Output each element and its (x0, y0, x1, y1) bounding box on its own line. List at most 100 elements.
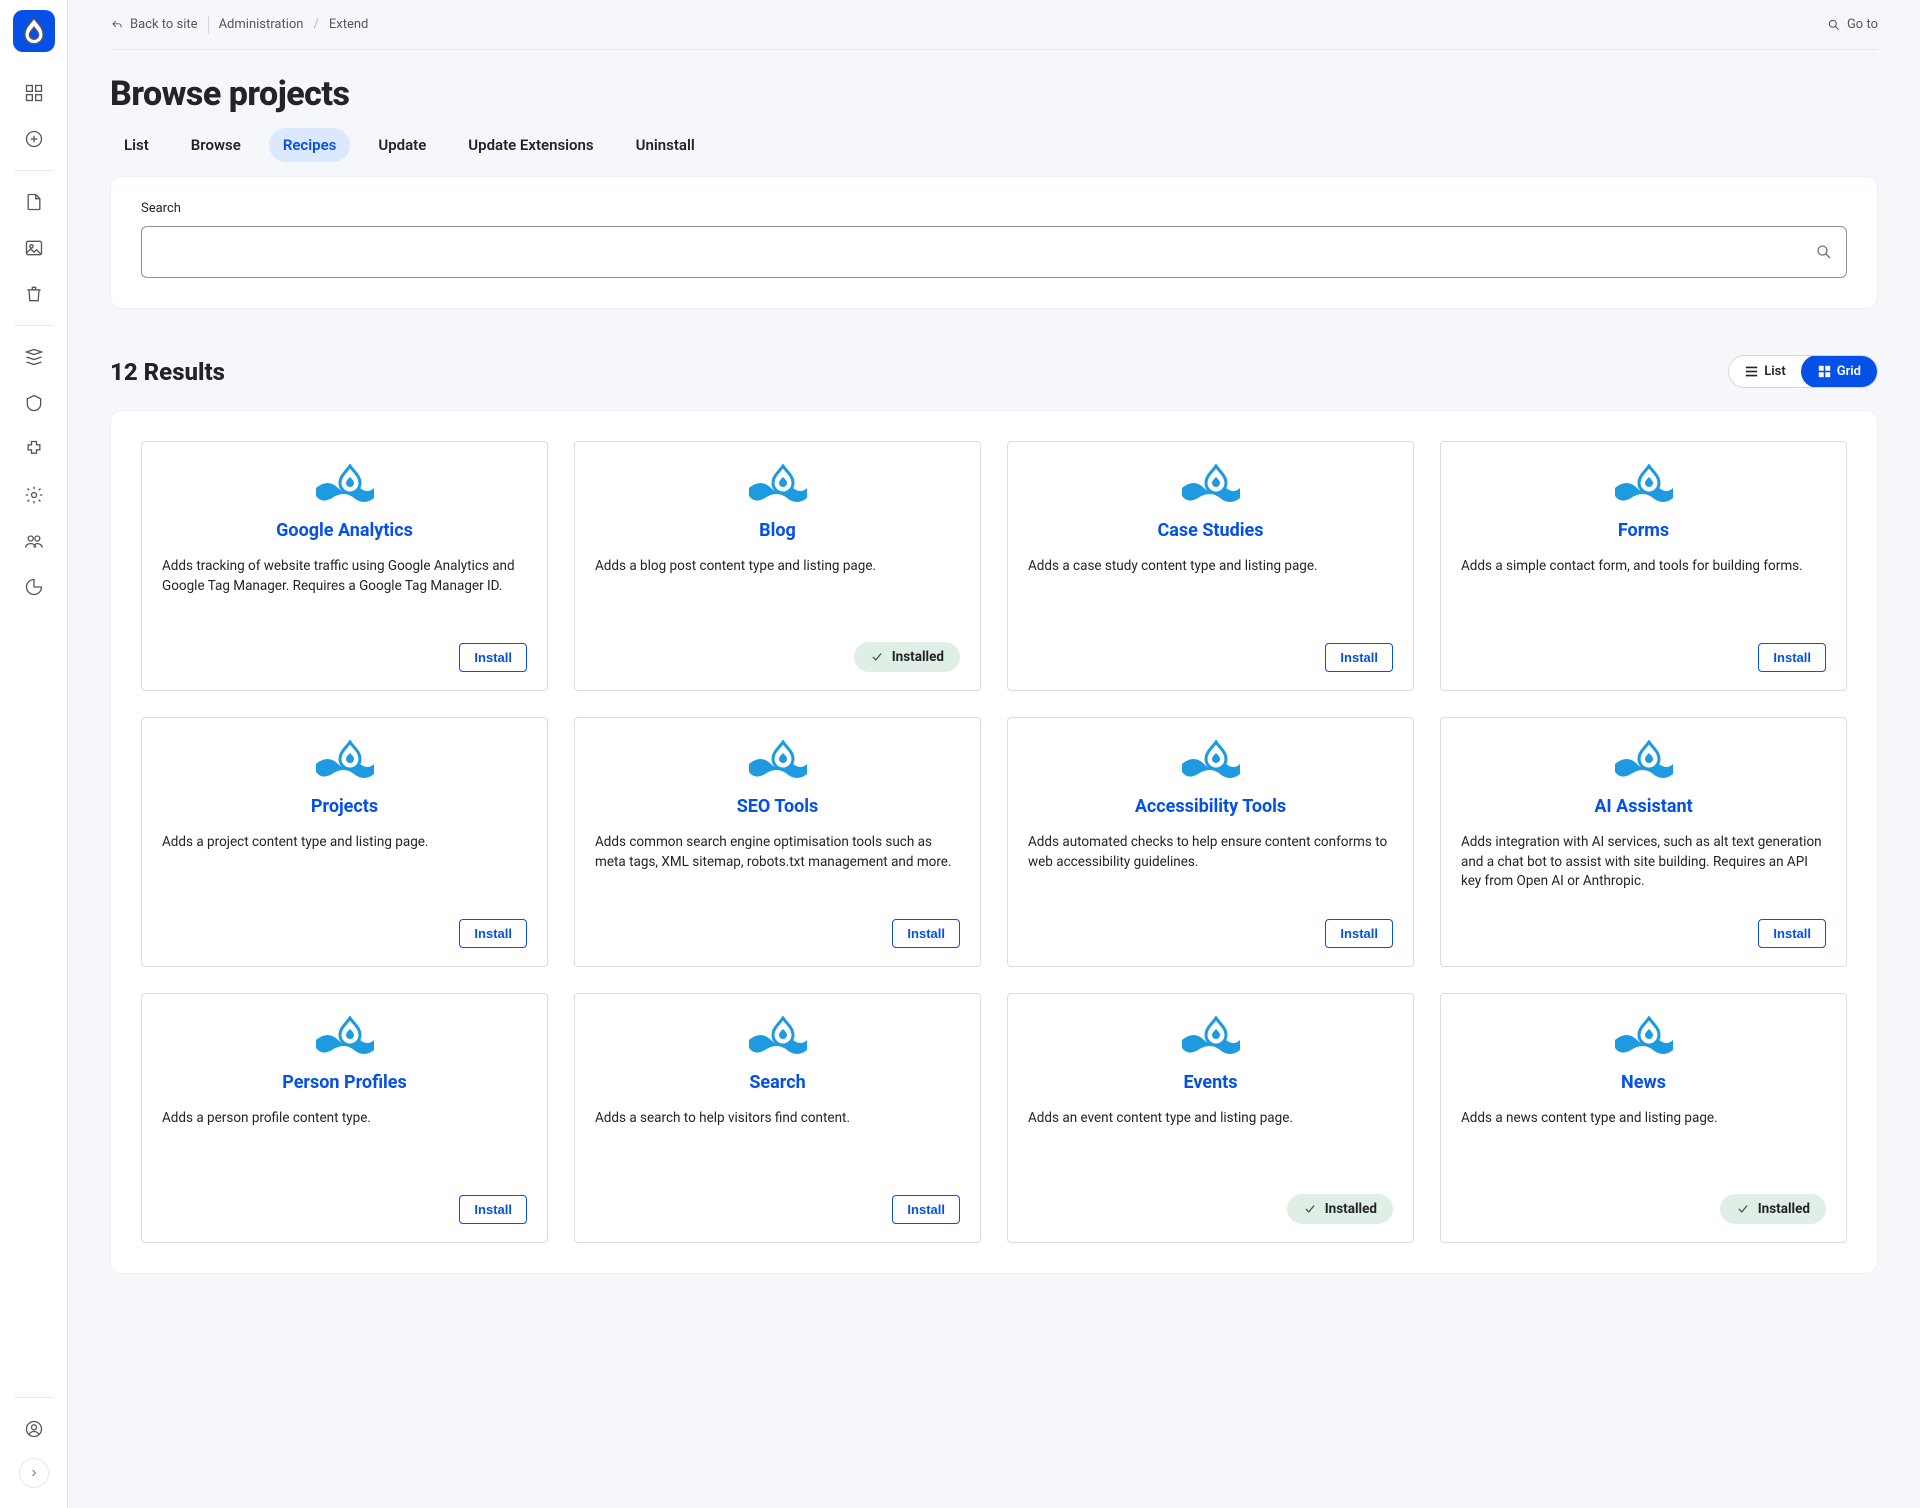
project-desc: Adds common search engine optimisation t… (595, 833, 960, 907)
project-card: Projects Adds a project content type and… (141, 717, 548, 967)
project-desc: Adds a simple contact form, and tools fo… (1461, 557, 1826, 631)
install-button[interactable]: Install (1325, 919, 1393, 948)
search-panel: Search (110, 176, 1878, 309)
project-desc: Adds a search to help visitors find cont… (595, 1109, 960, 1183)
project-icon (1613, 464, 1675, 510)
project-card: Blog Adds a blog post content type and l… (574, 441, 981, 691)
project-icon (1613, 740, 1675, 786)
project-title[interactable]: AI Assistant (1461, 796, 1826, 817)
breadcrumb-admin[interactable]: Administration (219, 17, 304, 32)
tab-browse[interactable]: Browse (177, 128, 255, 162)
tabs: List Browse Recipes Update Update Extensions… (110, 128, 1878, 162)
installed-badge: Installed (1720, 1194, 1826, 1224)
results-count: 12 Results (110, 358, 225, 386)
install-button[interactable]: Install (1325, 643, 1393, 672)
installed-badge: Installed (1287, 1194, 1393, 1224)
tab-update-extensions[interactable]: Update Extensions (454, 128, 607, 162)
installed-badge: Installed (854, 642, 960, 672)
project-title[interactable]: Accessibility Tools (1028, 796, 1393, 817)
project-icon (747, 1016, 809, 1062)
tab-update[interactable]: Update (364, 128, 440, 162)
file-icon[interactable] (15, 183, 53, 221)
project-card: Events Adds an event content type and li… (1007, 993, 1414, 1243)
project-icon (314, 740, 376, 786)
reports-icon[interactable] (15, 568, 53, 606)
create-icon[interactable] (15, 120, 53, 158)
project-card: Forms Adds a simple contact form, and to… (1440, 441, 1847, 691)
project-desc: Adds tracking of website traffic using G… (162, 557, 527, 631)
content-icon[interactable] (15, 74, 53, 112)
install-button[interactable]: Install (1758, 919, 1826, 948)
project-title[interactable]: Blog (595, 520, 960, 541)
project-card: Google Analytics Adds tracking of websit… (141, 441, 548, 691)
project-icon (1180, 740, 1242, 786)
project-desc: Adds a blog post content type and listin… (595, 557, 960, 630)
project-icon (747, 464, 809, 510)
install-button[interactable]: Install (459, 1195, 527, 1224)
breadcrumb-extend[interactable]: Extend (329, 17, 369, 32)
install-button[interactable]: Install (459, 643, 527, 672)
search-icon (1815, 243, 1833, 261)
project-title[interactable]: Events (1028, 1072, 1393, 1093)
project-title[interactable]: Person Profiles (162, 1072, 527, 1093)
appearance-icon[interactable] (15, 384, 53, 422)
project-card: Search Adds a search to help visitors fi… (574, 993, 981, 1243)
divider (14, 325, 54, 326)
install-button[interactable]: Install (892, 919, 960, 948)
project-card: Accessibility Tools Adds automated check… (1007, 717, 1414, 967)
goto-search[interactable]: Go to (1827, 17, 1878, 32)
project-card: SEO Tools Adds common search engine opti… (574, 717, 981, 967)
chevron-right-icon[interactable] (19, 1458, 49, 1488)
tab-uninstall[interactable]: Uninstall (622, 128, 709, 162)
drupal-logo[interactable] (13, 10, 55, 52)
tab-list[interactable]: List (110, 128, 163, 162)
view-list[interactable]: List (1729, 356, 1801, 387)
project-desc: Adds an event content type and listing p… (1028, 1109, 1393, 1182)
view-grid[interactable]: Grid (1801, 355, 1878, 388)
install-button[interactable]: Install (459, 919, 527, 948)
page-title: Browse projects (110, 74, 1878, 114)
divider (208, 16, 209, 34)
topbar: Back to site Administration / Extend Go … (110, 0, 1878, 50)
divider (14, 170, 54, 171)
search-label: Search (141, 201, 1847, 216)
media-icon[interactable] (15, 229, 53, 267)
project-desc: Adds automated checks to help ensure con… (1028, 833, 1393, 907)
user-icon[interactable] (15, 1410, 53, 1448)
project-title[interactable]: Projects (162, 796, 527, 817)
search-input[interactable] (141, 226, 1847, 278)
project-card: AI Assistant Adds integration with AI se… (1440, 717, 1847, 967)
back-to-site[interactable]: Back to site (110, 17, 198, 32)
project-title[interactable]: Case Studies (1028, 520, 1393, 541)
project-icon (1180, 464, 1242, 510)
project-icon (314, 464, 376, 510)
divider (14, 1397, 54, 1398)
project-card: Person Profiles Adds a person profile co… (141, 993, 548, 1243)
view-toggle: List Grid (1728, 355, 1878, 388)
grid-panel: Google Analytics Adds tracking of websit… (110, 410, 1878, 1274)
project-icon (1180, 1016, 1242, 1062)
install-button[interactable]: Install (892, 1195, 960, 1224)
project-card: News Adds a news content type and listin… (1440, 993, 1847, 1243)
project-desc: Adds a project content type and listing … (162, 833, 527, 907)
project-title[interactable]: News (1461, 1072, 1826, 1093)
project-card: Case Studies Adds a case study content t… (1007, 441, 1414, 691)
project-title[interactable]: SEO Tools (595, 796, 960, 817)
extend-icon[interactable] (15, 430, 53, 468)
project-desc: Adds integration with AI services, such … (1461, 833, 1826, 907)
structure-icon[interactable] (15, 338, 53, 376)
project-title[interactable]: Google Analytics (162, 520, 527, 541)
project-icon (314, 1016, 376, 1062)
trash-icon[interactable] (15, 275, 53, 313)
project-title[interactable]: Search (595, 1072, 960, 1093)
config-icon[interactable] (15, 476, 53, 514)
project-desc: Adds a news content type and listing pag… (1461, 1109, 1826, 1182)
tab-recipes[interactable]: Recipes (269, 128, 351, 162)
project-icon (1613, 1016, 1675, 1062)
project-title[interactable]: Forms (1461, 520, 1826, 541)
sidebar (0, 0, 68, 1508)
people-icon[interactable] (15, 522, 53, 560)
project-desc: Adds a case study content type and listi… (1028, 557, 1393, 631)
project-desc: Adds a person profile content type. (162, 1109, 527, 1183)
install-button[interactable]: Install (1758, 643, 1826, 672)
